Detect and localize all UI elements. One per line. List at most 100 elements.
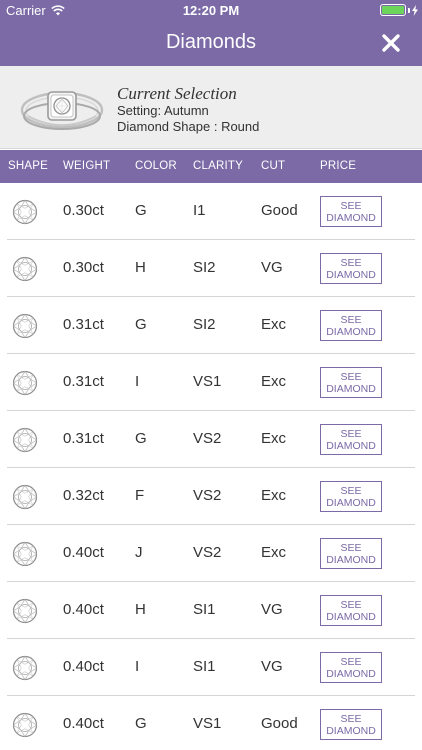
- header-color: COLOR: [135, 160, 177, 172]
- see-diamond-button[interactable]: SEE DIAMOND: [320, 595, 382, 626]
- weight-cell: 0.31ct: [63, 430, 104, 447]
- clarity-cell: SI2: [193, 316, 216, 333]
- battery-icon: [380, 4, 406, 16]
- selection-title: Current Selection: [117, 84, 237, 103]
- header-clarity: CLARITY: [193, 160, 243, 172]
- table-row: 0.31ct G VS2 Exc SEE DIAMOND: [7, 411, 415, 468]
- cut-cell: VG: [261, 658, 283, 675]
- color-cell: J: [135, 544, 143, 561]
- see-diamond-label-line2: DIAMOND: [326, 554, 376, 566]
- clarity-cell: VS1: [193, 715, 222, 732]
- see-diamond-label-line2: DIAMOND: [326, 611, 376, 623]
- table-row: 0.32ct F VS2 Exc SEE DIAMOND: [7, 468, 415, 525]
- header-shape: SHAPE: [8, 160, 48, 172]
- battery-level: [382, 6, 404, 14]
- round-diamond-icon: [12, 427, 38, 453]
- see-diamond-button[interactable]: SEE DIAMOND: [320, 253, 382, 284]
- clarity-cell: SI2: [193, 259, 216, 276]
- see-diamond-label-line2: DIAMOND: [326, 326, 376, 338]
- see-diamond-button[interactable]: SEE DIAMOND: [320, 424, 382, 455]
- clarity-cell: SI1: [193, 658, 216, 675]
- clarity-cell: SI1: [193, 601, 216, 618]
- see-diamond-button[interactable]: SEE DIAMOND: [320, 367, 382, 398]
- see-diamond-label-line2: DIAMOND: [326, 212, 376, 224]
- table-row: 0.30ct G I1 Good SEE DIAMOND: [7, 183, 415, 240]
- see-diamond-button[interactable]: SEE DIAMOND: [320, 538, 382, 569]
- header-weight: WEIGHT: [63, 160, 111, 172]
- weight-cell: 0.31ct: [63, 373, 104, 390]
- cut-cell: Exc: [261, 487, 287, 504]
- see-diamond-button[interactable]: SEE DIAMOND: [320, 709, 382, 740]
- round-diamond-icon: [12, 541, 38, 567]
- color-cell: I: [135, 373, 140, 390]
- see-diamond-label-line2: DIAMOND: [326, 383, 376, 395]
- color-cell: F: [135, 487, 145, 504]
- color-cell: I: [135, 658, 140, 675]
- see-diamond-label-line2: DIAMOND: [326, 269, 376, 281]
- header-price: PRICE: [320, 160, 357, 172]
- see-diamond-label-line2: DIAMOND: [326, 725, 376, 737]
- see-diamond-button[interactable]: SEE DIAMOND: [320, 196, 382, 227]
- battery-group: [380, 4, 418, 16]
- table-row: 0.40ct J VS2 Exc SEE DIAMOND: [7, 525, 415, 582]
- see-diamond-button[interactable]: SEE DIAMOND: [320, 310, 382, 341]
- round-diamond-icon: [12, 712, 38, 738]
- close-icon[interactable]: [380, 32, 402, 54]
- cut-cell: Exc: [261, 544, 287, 561]
- see-diamond-label-line1: SEE: [340, 314, 362, 326]
- color-cell: H: [135, 601, 146, 618]
- weight-cell: 0.40ct: [63, 715, 104, 732]
- color-cell: G: [135, 202, 147, 219]
- round-diamond-icon: [12, 655, 38, 681]
- clarity-cell: I1: [193, 202, 206, 219]
- clarity-cell: VS2: [193, 487, 222, 504]
- table-row: 0.40ct H SI1 VG SEE DIAMOND: [7, 582, 415, 639]
- weight-cell: 0.40ct: [63, 601, 104, 618]
- see-diamond-label-line2: DIAMOND: [326, 668, 376, 680]
- see-diamond-label-line1: SEE: [340, 656, 362, 668]
- current-selection-panel: Current Selection Setting: Autumn Diamon…: [0, 66, 422, 149]
- table-row: 0.40ct I SI1 VG SEE DIAMOND: [7, 639, 415, 696]
- weight-cell: 0.30ct: [63, 259, 104, 276]
- round-diamond-icon: [12, 313, 38, 339]
- see-diamond-label-line1: SEE: [340, 257, 362, 269]
- color-cell: G: [135, 430, 147, 447]
- charging-bolt-icon: [412, 4, 418, 16]
- see-diamond-label-line1: SEE: [340, 542, 362, 554]
- selection-shape: Diamond Shape : Round: [117, 119, 260, 134]
- cut-cell: VG: [261, 259, 283, 276]
- weight-cell: 0.32ct: [63, 487, 104, 504]
- table-header: SHAPE WEIGHT COLOR CLARITY CUT PRICE: [0, 150, 422, 183]
- selection-details: Current Selection Setting: Autumn Diamon…: [117, 84, 259, 135]
- page-title: Diamonds: [165, 31, 257, 53]
- see-diamond-label-line1: SEE: [340, 200, 362, 212]
- cut-cell: Good: [261, 715, 298, 732]
- weight-cell: 0.31ct: [63, 316, 104, 333]
- table-row: 0.30ct H SI2 VG SEE DIAMOND: [7, 240, 415, 297]
- clarity-cell: VS2: [193, 544, 222, 561]
- round-diamond-icon: [12, 256, 38, 282]
- see-diamond-label-line1: SEE: [340, 485, 362, 497]
- cut-cell: Exc: [261, 316, 287, 333]
- selection-setting: Setting: Autumn: [117, 103, 209, 118]
- see-diamond-label-line1: SEE: [340, 599, 362, 611]
- clarity-cell: VS2: [193, 430, 222, 447]
- ring-image: [20, 91, 104, 130]
- see-diamond-label-line1: SEE: [340, 371, 362, 383]
- header-cut: CUT: [261, 160, 286, 172]
- see-diamond-button[interactable]: SEE DIAMOND: [320, 481, 382, 512]
- weight-cell: 0.30ct: [63, 202, 104, 219]
- battery-tip: [408, 7, 410, 13]
- color-cell: G: [135, 715, 147, 732]
- see-diamond-label-line2: DIAMOND: [326, 440, 376, 452]
- status-bar: Carrier 12:20 PM: [0, 0, 422, 22]
- clarity-cell: VS1: [193, 373, 222, 390]
- round-diamond-icon: [12, 370, 38, 396]
- color-cell: H: [135, 259, 146, 276]
- see-diamond-label-line2: DIAMOND: [326, 497, 376, 509]
- weight-cell: 0.40ct: [63, 658, 104, 675]
- round-diamond-icon: [12, 598, 38, 624]
- see-diamond-button[interactable]: SEE DIAMOND: [320, 652, 382, 683]
- weight-cell: 0.40ct: [63, 544, 104, 561]
- navigation-bar: Diamonds: [0, 22, 422, 66]
